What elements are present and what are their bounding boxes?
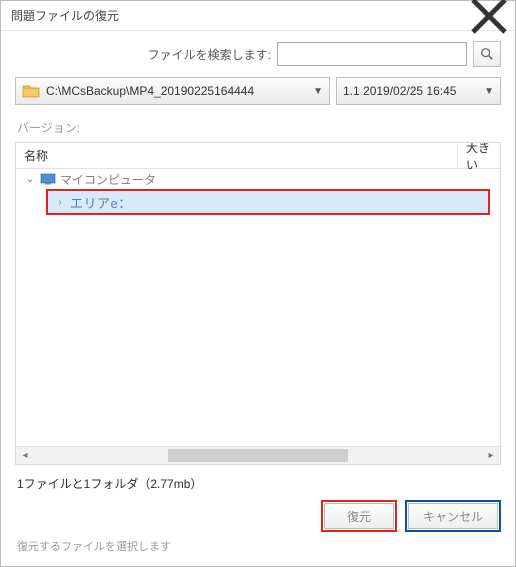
close-button[interactable] [469,2,509,30]
restore-button[interactable]: 復元 [324,503,394,529]
dialog-window: 問題ファイルの復元 ファイルを検索します: C:\MCsBackup\MP [0,0,516,567]
tree-header: 名称 大きい [16,143,500,169]
cancel-button[interactable]: キャンセル [408,503,498,529]
footer: 1ファイルと1フォルダ（2.77mb） 復元 キャンセル 復元するファイルを選択… [15,465,501,554]
version-combo[interactable]: 1.1 2019/02/25 16:45 ▼ [336,77,501,105]
version-text: 1.1 2019/02/25 16:45 [343,84,478,98]
status-text: 1ファイルと1フォルダ（2.77mb） [15,475,501,492]
version-section-label: バージョン: [17,119,501,136]
cancel-highlight: キャンセル [405,500,501,532]
search-button[interactable] [473,41,501,67]
content-area: ファイルを検索します: C:\MCsBackup\MP4_20190225164… [1,31,515,566]
chevron-down-icon: ▼ [313,86,323,97]
computer-icon [40,173,56,185]
scroll-track[interactable] [34,447,482,464]
path-text: C:\MCsBackup\MP4_20190225164444 [46,84,307,98]
scroll-thumb[interactable] [168,449,347,462]
hint-text: 復元するファイルを選択します [15,538,501,554]
button-row: 復元 キャンセル [15,500,501,532]
path-row: C:\MCsBackup\MP4_20190225164444 ▼ 1.1 20… [15,77,501,105]
window-title: 問題ファイルの復元 [11,7,469,24]
search-input[interactable] [277,42,467,66]
collapse-icon[interactable]: ⌄ [24,174,36,185]
tree-child-row[interactable]: › エリアe： [46,189,490,215]
tree-body[interactable]: ⌄ マイコンピュータ › エリアe： [16,169,500,446]
restore-highlight: 復元 [321,500,397,532]
scroll-right-arrow[interactable]: ▸ [482,447,500,464]
expand-icon[interactable]: › [54,197,66,208]
tree-root-row[interactable]: ⌄ マイコンピュータ [16,169,500,189]
column-header-size[interactable]: 大きい [458,143,500,168]
search-icon [480,47,494,61]
file-tree-panel: 名称 大きい ⌄ マイコンピュータ › エリアe： ◂ [15,142,501,465]
horizontal-scrollbar[interactable]: ◂ ▸ [16,446,500,464]
folder-icon [22,83,40,99]
search-label: ファイルを検索します: [148,46,271,63]
titlebar: 問題ファイルの復元 [1,1,515,31]
tree-child-label: エリアe： [70,193,132,212]
tree-root-label: マイコンピュータ [60,171,156,188]
search-row: ファイルを検索します: [15,41,501,67]
chevron-down-icon: ▼ [484,86,494,97]
scroll-left-arrow[interactable]: ◂ [16,447,34,464]
path-combo[interactable]: C:\MCsBackup\MP4_20190225164444 ▼ [15,77,330,105]
column-header-name[interactable]: 名称 [16,143,458,168]
